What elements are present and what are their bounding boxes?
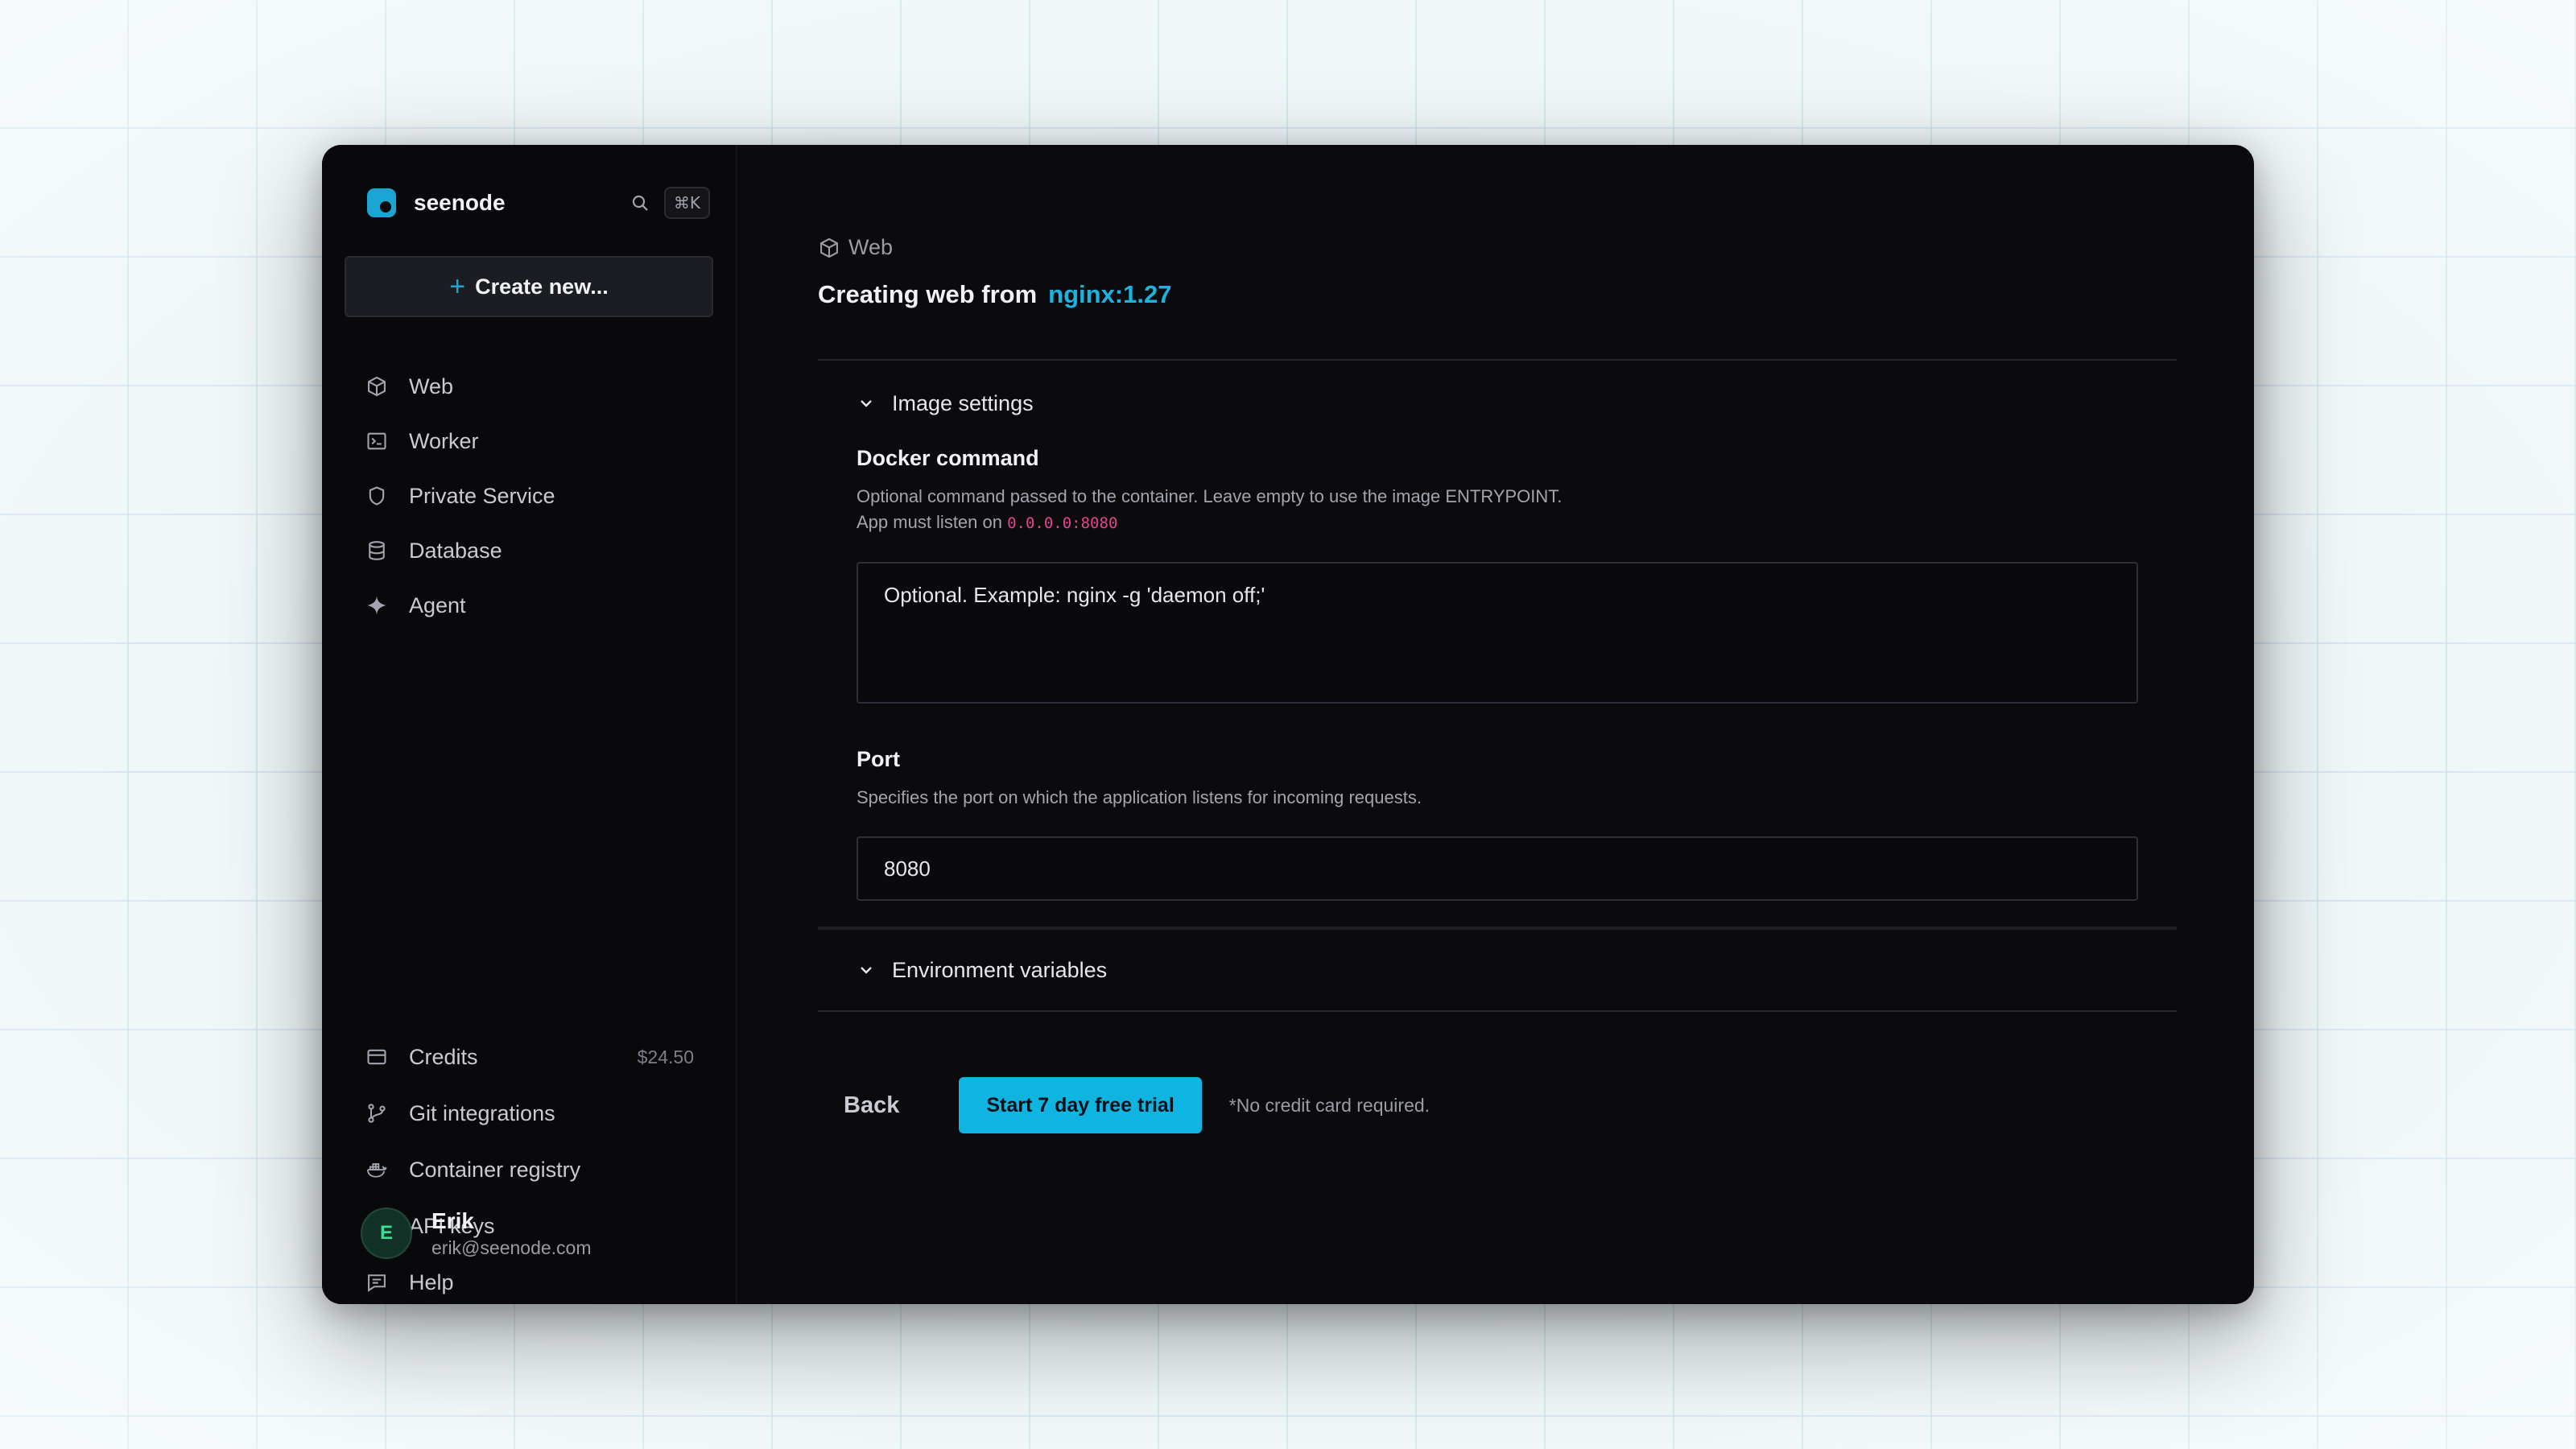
page-title-prefix: Creating web from: [818, 280, 1038, 308]
breadcrumb-label: Web: [848, 235, 894, 259]
sidebar-nav: Web Worker Private Service Database Agen…: [345, 359, 713, 633]
sidebar-item-database[interactable]: Database: [345, 523, 713, 578]
page-title: Creating web from nginx:1.27: [818, 280, 1171, 309]
user-info: Erik erik@seenode.com: [431, 1208, 592, 1259]
start-trial-button[interactable]: Start 7 day free trial: [959, 1077, 1202, 1133]
docker-command-help: Optional command passed to the container…: [857, 484, 2138, 536]
image-settings-label: Image settings: [892, 390, 1034, 415]
chevron-down-icon: [861, 400, 872, 407]
git-branch-icon: [364, 1100, 390, 1126]
app-window: seenode ⌘K + Create new... Web Worker Pr…: [322, 145, 2254, 1304]
environment-variables-label: Environment variables: [892, 957, 1108, 982]
back-button[interactable]: Back: [844, 1092, 899, 1119]
sidebar-item-label: Private Service: [409, 483, 555, 508]
shield-icon: [364, 483, 390, 509]
sidebar-item-label: Credits: [409, 1044, 478, 1069]
brand-name: seenode: [414, 190, 506, 215]
port-help: Specifies the port on which the applicat…: [857, 787, 1422, 807]
sidebar-item-label: Container registry: [409, 1157, 581, 1182]
environment-variables-toggle[interactable]: Environment variables: [818, 930, 2177, 1010]
docker-icon: [364, 1157, 390, 1183]
sidebar-item-label: Help: [409, 1269, 454, 1294]
create-new-label: Create new...: [475, 274, 609, 299]
docker-help-line1: Optional command passed to the container…: [857, 486, 1563, 506]
credit-card-icon: [364, 1044, 390, 1070]
brand-row: seenode ⌘K: [345, 145, 713, 261]
seenode-logo-icon: [367, 188, 396, 217]
listen-address: 0.0.0.0:8080: [1007, 514, 1118, 532]
sidebar-item-private-service[interactable]: Private Service: [345, 469, 713, 523]
breadcrumb[interactable]: Web: [818, 235, 893, 260]
user-email: erik@seenode.com: [431, 1236, 592, 1258]
avatar: E: [361, 1208, 412, 1259]
create-new-button[interactable]: + Create new...: [345, 256, 713, 317]
sidebar-item-help[interactable]: Help: [345, 1254, 713, 1304]
cube-icon: [820, 237, 838, 258]
form-sections: Image settings Docker command Optional c…: [818, 359, 2177, 1012]
database-icon: [364, 538, 390, 564]
plus-icon: +: [449, 270, 466, 302]
divider: [818, 1010, 2177, 1012]
port-field: Port Specifies the port on which the app…: [818, 747, 2177, 901]
docker-command-field: Docker command Optional command passed t…: [818, 446, 2177, 704]
sidebar-item-label: Agent: [409, 592, 466, 617]
image-settings-toggle[interactable]: Image settings: [818, 361, 2177, 446]
search-icon[interactable]: [624, 187, 656, 219]
sidebar-item-container-registry[interactable]: Container registry: [345, 1141, 713, 1198]
sidebar-item-label: Worker: [409, 428, 479, 453]
sidebar-item-worker[interactable]: Worker: [345, 414, 713, 469]
docker-command-label: Docker command: [857, 446, 1039, 470]
docker-command-input[interactable]: Optional. Example: nginx -g 'daemon off;…: [857, 562, 2138, 704]
docker-command-placeholder: Optional. Example: nginx -g 'daemon off;…: [884, 583, 1265, 607]
sidebar-item-label: Database: [409, 538, 502, 563]
credits-balance: $24.50: [637, 1046, 694, 1067]
form-actions: Back Start 7 day free trial *No credit c…: [844, 1077, 1430, 1133]
message-icon: [364, 1269, 390, 1295]
no-credit-card-note: *No credit card required.: [1228, 1094, 1430, 1116]
cube-icon: [364, 374, 390, 399]
sidebar-item-label: Git integrations: [409, 1100, 555, 1125]
sidebar-item-credits[interactable]: Credits $24.50: [345, 1029, 713, 1085]
sidebar-item-git-integrations[interactable]: Git integrations: [345, 1085, 713, 1141]
main-content: Web Creating web from nginx:1.27 Image se…: [737, 145, 2254, 1304]
docker-help-listen-text: App must listen on: [857, 512, 1002, 532]
port-input[interactable]: 8080: [857, 836, 2138, 901]
user-profile[interactable]: E Erik erik@seenode.com: [361, 1208, 592, 1259]
sidebar-bottom-nav: Credits $24.50 Git integrations Containe…: [345, 1029, 713, 1304]
port-value: 8080: [884, 856, 931, 881]
terminal-icon: [364, 428, 390, 454]
image-name: nginx:1.27: [1048, 280, 1172, 308]
sidebar: seenode ⌘K + Create new... Web Worker Pr…: [322, 145, 737, 1304]
chevron-down-icon: [861, 967, 872, 974]
port-label: Port: [857, 747, 900, 771]
sidebar-item-agent[interactable]: Agent: [345, 578, 713, 633]
sparkle-icon: [364, 592, 390, 618]
sidebar-item-web[interactable]: Web: [345, 359, 713, 414]
sidebar-item-label: Web: [409, 374, 454, 398]
user-name: Erik: [431, 1208, 474, 1233]
docker-help-line2: App must listen on 0.0.0.0:8080: [857, 510, 2138, 536]
shortcut-badge[interactable]: ⌘K: [663, 187, 710, 219]
